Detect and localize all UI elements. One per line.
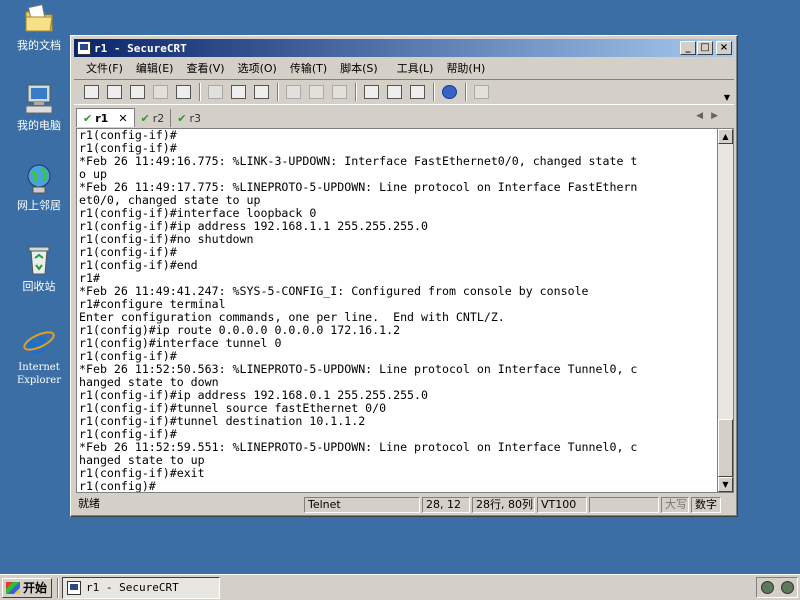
menu-transfer[interactable]: 传输(T): [290, 60, 327, 76]
statusbar: 就绪 Telnet 28, 12 28行, 80列 VT100 大写 数字: [74, 496, 734, 514]
maximize-button[interactable]: □: [697, 41, 713, 55]
scroll-down-icon[interactable]: ▼: [718, 477, 733, 492]
keymap-icon[interactable]: [408, 83, 426, 101]
window-title: r1 - SecureCRT: [94, 41, 187, 55]
tab-label: r1: [95, 111, 109, 125]
internet-explorer-icon: e: [22, 323, 56, 361]
status-protocol: Telnet: [304, 497, 420, 513]
scroll-up-icon[interactable]: ▲: [718, 129, 733, 144]
folder-icon: [22, 2, 56, 36]
minimize-button[interactable]: _: [680, 41, 696, 55]
desktop-icon-label: 我的电脑: [17, 119, 61, 132]
toolbar-separator: [433, 83, 435, 101]
status-num: 数字: [691, 497, 721, 513]
menu-view[interactable]: 查看(V): [186, 60, 224, 76]
connected-check-icon: ✔: [83, 111, 93, 125]
toolbar: ▼: [74, 79, 734, 105]
tab-scroll-arrows-icon[interactable]: ◀▶: [696, 111, 726, 121]
print-screen-icon[interactable]: [284, 83, 302, 101]
disconnect-icon[interactable]: [174, 83, 192, 101]
tab-r2[interactable]: ✔ r2: [135, 109, 172, 127]
close-button[interactable]: ×: [716, 41, 732, 55]
toolbar-separator: [355, 83, 357, 101]
status-size: 28行, 80列: [472, 497, 535, 513]
menu-tools[interactable]: 工具(L): [397, 60, 434, 76]
taskbar: 开始 r1 - SecureCRT: [0, 574, 800, 600]
status-blank: [589, 497, 659, 513]
toolbar-overflow-icon[interactable]: ▼: [724, 93, 730, 102]
menubar: 文件(F) 编辑(E) 查看(V) 选项(O) 传输(T) 脚本(S) 工具(L…: [74, 58, 734, 78]
session-options-icon[interactable]: [362, 83, 380, 101]
find-icon[interactable]: [252, 83, 270, 101]
terminal-line: r1(config-if)#end: [79, 258, 198, 272]
windows-logo-icon: [6, 581, 20, 594]
help-icon[interactable]: [440, 83, 458, 101]
tab-label: r2: [152, 111, 165, 125]
print-icon[interactable]: [330, 83, 348, 101]
global-options-icon[interactable]: [385, 83, 403, 101]
menu-script[interactable]: 脚本(S): [340, 60, 378, 76]
tray-network-icon[interactable]: [780, 581, 794, 594]
desktop-icon-network[interactable]: 网上邻居: [8, 162, 70, 212]
paste-icon[interactable]: [229, 83, 247, 101]
desktop-icon-label: 我的文档: [17, 39, 61, 52]
desktop-icon-label: 回收站: [22, 280, 56, 293]
menu-file[interactable]: 文件(F): [86, 60, 123, 76]
menu-options[interactable]: 选项(O): [238, 60, 277, 76]
tray-volume-icon[interactable]: [760, 581, 774, 594]
start-button[interactable]: 开始: [2, 577, 52, 598]
connect-icon[interactable]: [82, 83, 100, 101]
terminal-line: r1(config-if)#exit: [79, 466, 205, 480]
connect-in-tab-icon[interactable]: [128, 83, 146, 101]
window-titlebar[interactable]: r1 - SecureCRT _ □ ×: [74, 39, 734, 57]
desktop-icon-my-computer[interactable]: 我的电脑: [8, 82, 70, 132]
status-emulation: VT100: [537, 497, 587, 513]
svg-text:e: e: [27, 324, 47, 358]
sftp-icon[interactable]: [472, 83, 490, 101]
terminal-line: *Feb 26 11:49:16.775: %LINK-3-UPDOWN: In…: [79, 154, 638, 168]
terminal-line: r1(config)#: [79, 479, 156, 493]
toolbar-separator: [465, 83, 467, 101]
computer-icon: [22, 82, 56, 116]
desktop-icon-label: 网上邻居: [17, 199, 61, 212]
start-label: 开始: [23, 581, 48, 595]
status-ready: 就绪: [78, 497, 100, 510]
status-caps: 大写: [661, 497, 689, 513]
securecrt-window: r1 - SecureCRT _ □ × 文件(F) 编辑(E) 查看(V) 选…: [70, 35, 738, 517]
terminal-scrollbar[interactable]: ▲ ▼: [718, 128, 734, 493]
recycle-bin-icon: [22, 243, 56, 277]
tab-close-icon[interactable]: ✕: [118, 112, 127, 125]
taskbar-button-label: r1 - SecureCRT: [86, 581, 179, 594]
toolbar-separator: [199, 83, 201, 101]
desktop-icon-label: Internet Explorer: [16, 362, 62, 386]
connected-check-icon: ✔: [140, 111, 150, 125]
desktop-icon-internet-explorer[interactable]: e Internet Explorer: [8, 323, 70, 387]
securecrt-app-icon[interactable]: [77, 41, 91, 55]
tab-r1[interactable]: ✔ r1 ✕: [76, 108, 135, 127]
quick-connect-icon[interactable]: [105, 83, 123, 101]
connected-check-icon: ✔: [177, 111, 187, 125]
desktop-icon-recycle-bin[interactable]: 回收站: [8, 243, 70, 293]
reconnect-icon[interactable]: [151, 83, 169, 101]
print-selection-icon[interactable]: [307, 83, 325, 101]
menu-edit[interactable]: 编辑(E): [136, 60, 174, 76]
desktop-icon-my-documents[interactable]: 我的文档: [8, 2, 70, 52]
tab-label: r3: [189, 111, 202, 125]
terminal-output[interactable]: r1(config-if)# r1(config-if)# *Feb 26 11:4…: [76, 128, 718, 493]
copy-icon[interactable]: [206, 83, 224, 101]
network-globe-icon: [22, 162, 56, 196]
taskbar-separator: [57, 577, 59, 598]
securecrt-app-icon: [67, 580, 81, 595]
toolbar-separator: [277, 83, 279, 101]
system-tray: [756, 577, 798, 598]
scrollbar-thumb[interactable]: [718, 419, 733, 477]
status-cursor: 28, 12: [422, 497, 470, 513]
session-tabbar: ✔ r1 ✕ ✔ r2 ✔ r3 ◀▶: [74, 107, 734, 127]
tab-r3[interactable]: ✔ r3: [171, 109, 207, 127]
taskbar-button-securecrt[interactable]: r1 - SecureCRT: [62, 576, 220, 599]
menu-help[interactable]: 帮助(H): [446, 60, 485, 76]
